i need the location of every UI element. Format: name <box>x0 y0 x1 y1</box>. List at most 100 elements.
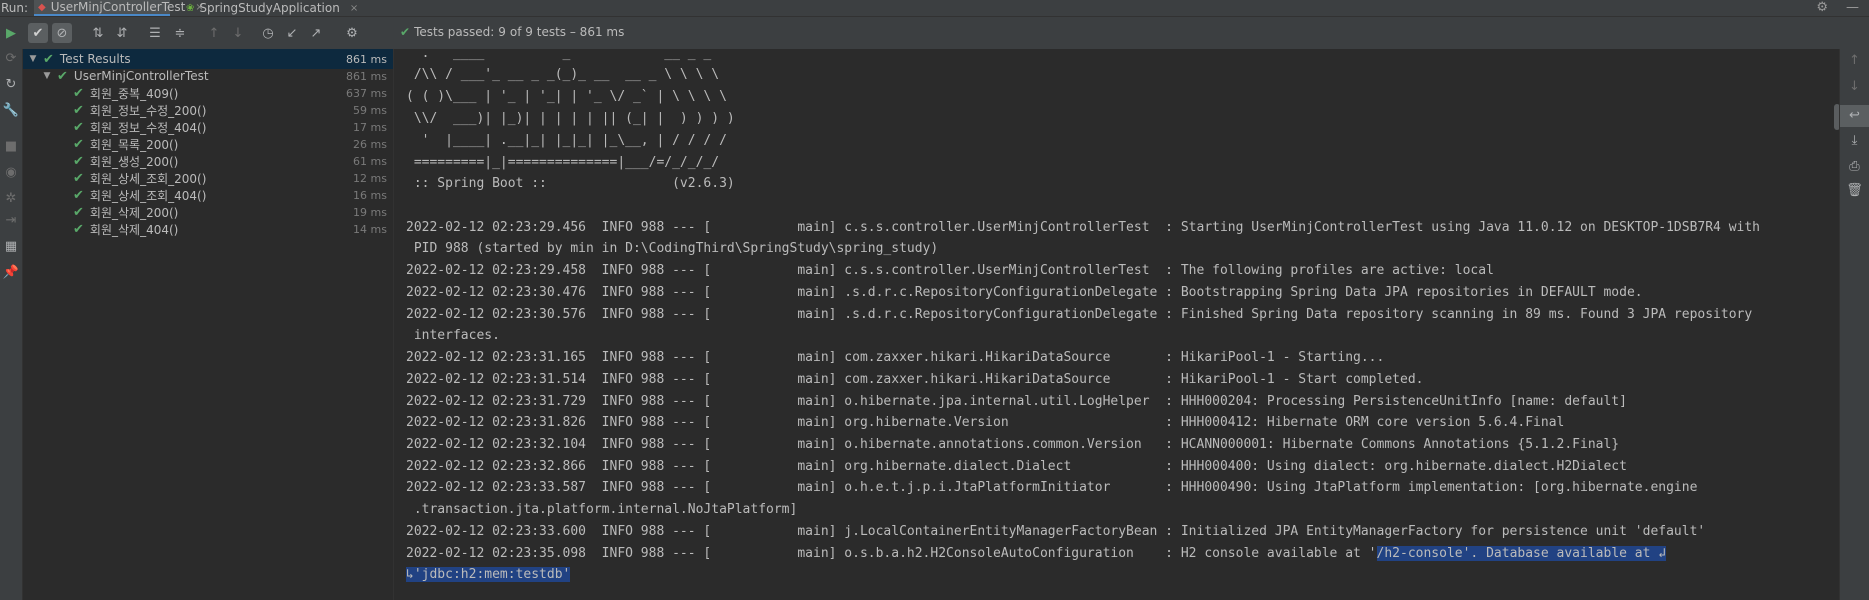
console-line: 2022-02-12 02:23:33.600 INFO 988 --- [ m… <box>406 524 1706 539</box>
test-runner-toolbar: ▶ ✔ ⊘ ⇅ ⇵ ☰ ≑ ↑ ↓ ◷ ↙ ↗ ⚙ ✔ Tests passed… <box>0 17 1869 50</box>
run-tab-bar: Run: ◆ UserMinjControllerTest × ❀ Spring… <box>0 0 1869 17</box>
rerun-icon[interactable]: ▶ <box>1 23 21 43</box>
console-line: . ____ _ __ _ _ <box>406 49 712 61</box>
tree-item-label: UserMinjControllerTest <box>73 69 209 83</box>
test-results-tree: ▼ ✔ Test Results 861 ms ▼ ✔ UserMinjCont… <box>23 49 394 600</box>
exit-icon[interactable]: ⇥ <box>0 213 22 228</box>
minimize-icon[interactable]: — <box>1846 0 1859 15</box>
console-line: 2022-02-12 02:23:32.104 INFO 988 --- [ m… <box>406 437 1620 452</box>
console-line: 2022-02-12 02:23:31.729 INFO 988 --- [ m… <box>406 394 1627 409</box>
run-label: Run: <box>1 1 29 15</box>
previous-failed-test-icon[interactable]: ↑ <box>204 23 224 43</box>
tree-item-duration: 16 ms <box>353 188 387 202</box>
console-line: 2022-02-12 02:23:30.576 INFO 988 --- [ m… <box>406 307 1753 322</box>
passed-check-icon: ✔ <box>73 153 84 169</box>
status-rest: of 9 tests – 861 ms <box>509 25 625 39</box>
import-tests-icon[interactable]: ↙ <box>282 23 302 43</box>
trash-icon[interactable]: 🗑 <box>1840 183 1869 198</box>
console-line: \\/ ___)| |_)| | | | | || (_| | ) ) ) ) <box>406 111 735 126</box>
console-line: PID 988 (started by min in D:\CodingThir… <box>406 241 939 256</box>
chevron-down-icon[interactable]: ▼ <box>27 54 39 64</box>
tree-item-duration: 861 ms <box>346 69 387 83</box>
console-line: 2022-02-12 02:23:33.587 INFO 988 --- [ m… <box>406 480 1698 495</box>
passed-check-icon: ✔ <box>43 51 54 67</box>
passed-check-icon: ✔ <box>400 25 411 39</box>
close-tab-icon[interactable]: × <box>350 3 358 14</box>
console-line: ' |____| .__|_| |_|_| |_\__, | / / / / <box>406 133 727 148</box>
selected-text: /h2-console'. Database available at ↲ <box>1376 546 1667 561</box>
tree-item-label: 회원_정보_수정_200() <box>89 103 207 118</box>
console-line: 2022-02-12 02:23:31.514 INFO 988 --- [ m… <box>406 372 1424 387</box>
passed-check-icon: ✔ <box>73 221 84 237</box>
passed-check-icon: ✔ <box>57 68 68 84</box>
tree-item-label: 회원_삭제_404() <box>89 222 179 237</box>
print-icon[interactable]: ⎙ <box>1840 159 1869 174</box>
wrench-icon[interactable]: 🔧 <box>0 103 22 118</box>
scroll-down-icon[interactable]: ↓ <box>1840 79 1869 94</box>
tree-item-duration: 61 ms <box>353 154 387 168</box>
tree-item-label: 회원_목록_200() <box>89 137 179 152</box>
scroll-to-end-icon[interactable]: ⤓ <box>1840 133 1869 148</box>
passed-check-icon: ✔ <box>73 204 84 220</box>
pin-icon[interactable]: 📌 <box>0 265 22 280</box>
passed-check-icon: ✔ <box>73 119 84 135</box>
tree-item-test[interactable]: ✔ 회원_삭제_404() 14 ms <box>23 219 393 239</box>
collapse-all-icon[interactable]: ≑ <box>170 23 190 43</box>
expand-all-icon[interactable]: ☰ <box>145 23 165 43</box>
console-output[interactable]: . ____ _ __ _ _ /\\ / ___'_ __ _ _(_)_ _… <box>394 49 1839 600</box>
soft-wrap-icon[interactable]: ↩ <box>1840 105 1869 127</box>
spring-icon: ❀ <box>186 2 195 14</box>
stop-icon[interactable]: ■ <box>0 139 22 154</box>
settings-icon[interactable]: ⚙ <box>342 23 362 43</box>
status-label: Tests passed: <box>414 25 495 39</box>
tree-item-label: 회원_생성_200() <box>89 154 179 169</box>
tree-item-duration: 26 ms <box>353 137 387 151</box>
console-text: 2022-02-12 02:23:35.098 INFO 988 --- [ m… <box>406 546 1377 561</box>
console-line: interfaces. <box>406 328 500 343</box>
tree-item-label: 회원_상세_조회_404() <box>89 188 207 203</box>
tab-label: UserMinjControllerTest <box>50 0 186 14</box>
tab-usermin-controller-test[interactable]: ◆ UserMinjControllerTest × <box>34 0 204 16</box>
tree-item-duration: 59 ms <box>353 103 387 117</box>
test-history-icon[interactable]: ◷ <box>258 23 278 43</box>
tree-item-duration: 17 ms <box>353 120 387 134</box>
tree-item-label: 회원_상세_조회_200() <box>89 171 207 186</box>
tree-item-duration: 12 ms <box>353 171 387 185</box>
gear-small-icon[interactable]: ✲ <box>0 191 22 206</box>
layout-icon[interactable]: ▦ <box>0 239 22 254</box>
passed-check-icon: ✔ <box>73 187 84 203</box>
rerun-failed-icon[interactable]: ⟳ <box>0 51 22 66</box>
export-results-icon[interactable]: ↗ <box>306 23 326 43</box>
console-line: ( ( )\___ | '_ | '_| | '_ \/ _` | \ \ \ … <box>406 89 727 104</box>
console-line: 2022-02-12 02:23:29.456 INFO 988 --- [ m… <box>406 220 1761 235</box>
chevron-down-icon[interactable]: ▼ <box>41 71 53 81</box>
console-line: 2022-02-12 02:23:29.458 INFO 988 --- [ m… <box>406 263 1494 278</box>
sort-by-duration-icon[interactable]: ⇵ <box>112 23 132 43</box>
passed-check-icon: ✔ <box>73 85 84 101</box>
next-failed-test-icon[interactable]: ↓ <box>228 23 248 43</box>
left-tool-strip: ⟳ ↻ 🔧 ■ ◉ ✲ ⇥ ▦ 📌 <box>0 49 23 600</box>
tree-item-label: Test Results <box>59 52 131 66</box>
console-line: 2022-02-12 02:23:32.866 INFO 988 --- [ m… <box>406 459 1627 474</box>
console-line: 2022-02-12 02:23:30.476 INFO 988 --- [ m… <box>406 285 1643 300</box>
console-line: /\\ / ___'_ __ _ _(_)_ __ __ _ \ \ \ \ <box>406 67 720 82</box>
console-line: 2022-02-12 02:23:31.165 INFO 988 --- [ m… <box>406 350 1385 365</box>
tree-item-label: 회원_삭제_200() <box>89 205 179 220</box>
test-status: ✔ Tests passed: 9 of 9 tests – 861 ms <box>400 25 624 39</box>
console-line-h2: 2022-02-12 02:23:35.098 INFO 988 --- [ m… <box>406 543 1667 565</box>
passed-check-icon: ✔ <box>73 170 84 186</box>
settings-gear-icon[interactable]: ⚙ <box>1816 0 1828 15</box>
scroll-up-icon[interactable]: ↑ <box>1840 53 1869 68</box>
camera-icon[interactable]: ◉ <box>0 165 22 180</box>
sort-alphabetically-icon[interactable]: ⇅ <box>88 23 108 43</box>
tab-spring-study-application[interactable]: ❀ SpringStudyApplication × <box>186 0 358 16</box>
show-passed-toggle-icon[interactable]: ✔ <box>28 23 48 43</box>
tree-item-duration: 19 ms <box>353 205 387 219</box>
test-run-icon: ◆ <box>38 1 46 13</box>
console-line-continued: ↳'jdbc:h2:mem:testdb' <box>406 564 571 586</box>
toggle-auto-test-icon[interactable]: ↻ <box>0 77 22 92</box>
show-ignored-toggle-icon[interactable]: ⊘ <box>52 23 72 43</box>
right-tool-strip: ↑ ↓ ↩ ⤓ ⎙ 🗑 <box>1839 49 1869 600</box>
console-line: :: Spring Boot :: (v2.6.3) <box>406 176 735 191</box>
status-count: 9 <box>498 25 506 39</box>
